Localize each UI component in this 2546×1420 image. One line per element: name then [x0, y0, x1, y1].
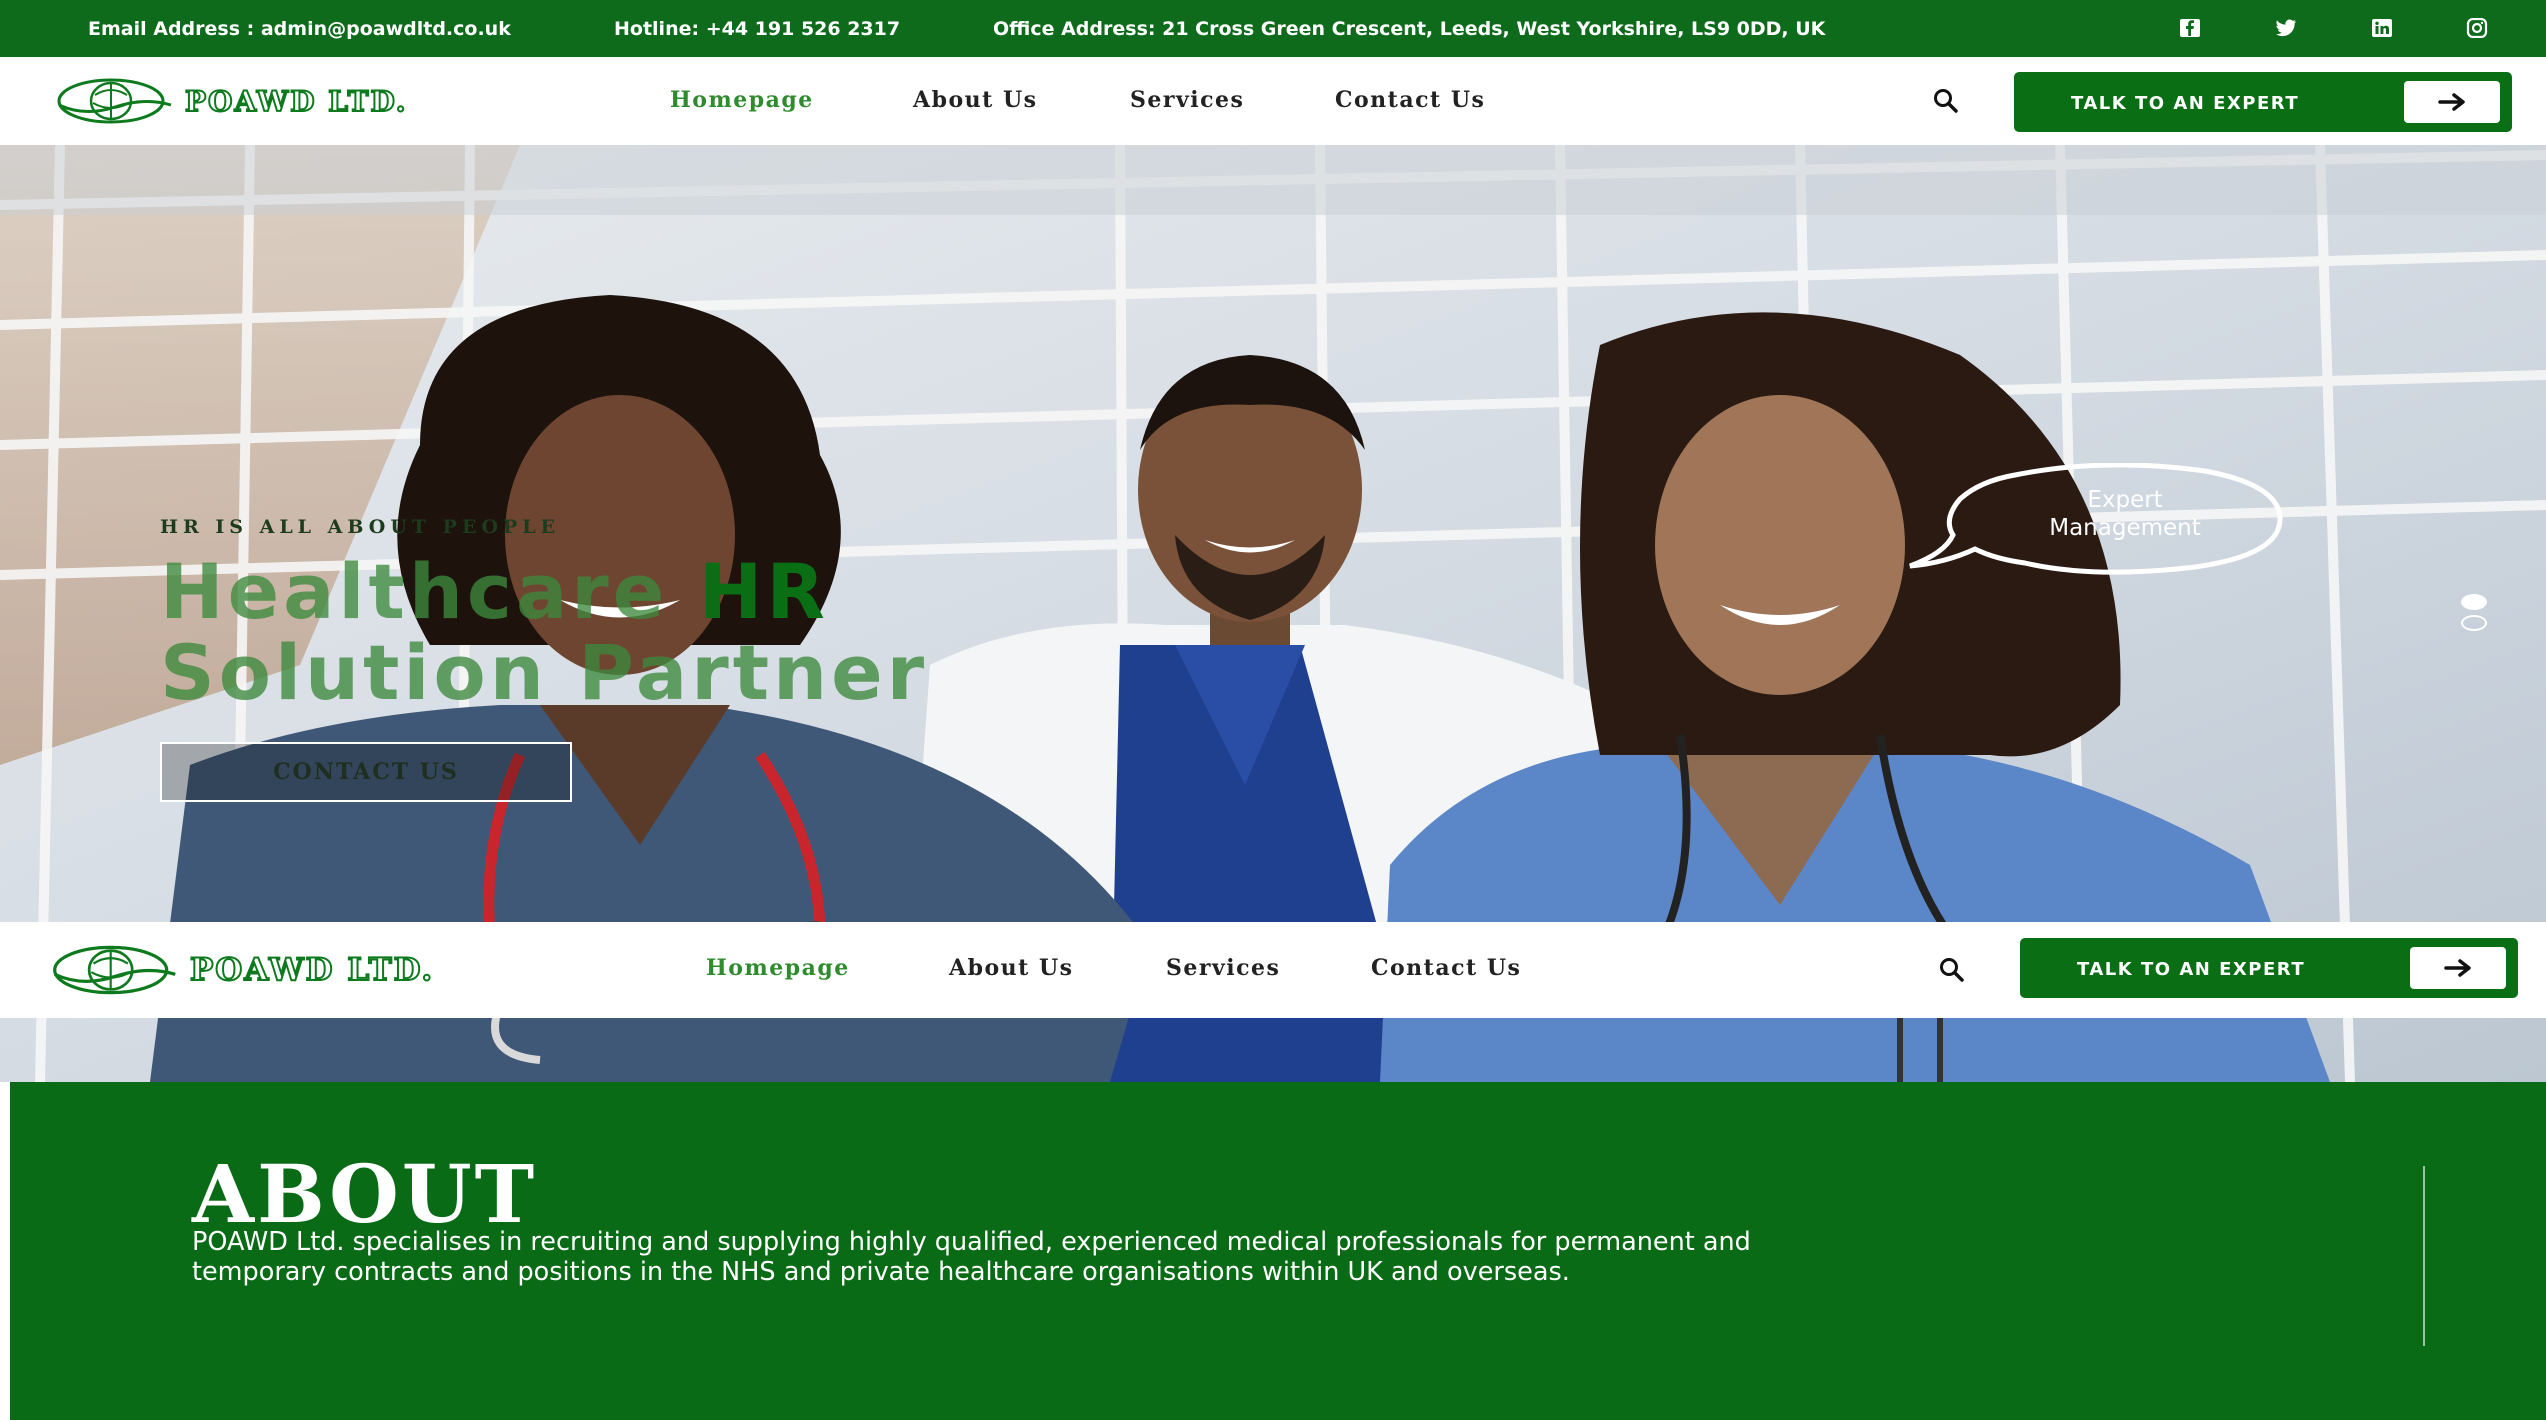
sticky-nav-contact-us[interactable]: Contact Us	[1371, 955, 1521, 981]
nav-about-us[interactable]: About Us	[913, 87, 1038, 113]
bubble-line-expert: Expert	[2087, 487, 2163, 513]
facebook-icon[interactable]	[2179, 18, 2201, 38]
nav-contact-us[interactable]: Contact Us	[1335, 87, 1485, 113]
talk-to-expert-button[interactable]: TALK TO AN EXPERT	[2014, 72, 2512, 132]
about-section: ABOUT POAWD Ltd. specialises in recruiti…	[10, 1082, 2546, 1420]
sticky-arrow-right-icon	[2410, 947, 2506, 989]
contact-us-button[interactable]: CONTACT US	[160, 742, 572, 802]
hero-headline-line1: Healthcare HR	[160, 554, 829, 630]
main-header: POAWD LTD. Homepage About Us Services Co…	[0, 57, 2546, 145]
headline-solution-partner: Solution Partner	[160, 628, 929, 717]
sticky-talk-to-expert-button[interactable]: TALK TO AN EXPERT	[2020, 938, 2518, 998]
slider-dot-2[interactable]	[2461, 615, 2487, 631]
sticky-header: POAWD LTD. Homepage About Us Services Co…	[0, 922, 2546, 1018]
search-icon[interactable]	[1931, 86, 1961, 116]
nav-homepage[interactable]: Homepage	[670, 87, 814, 113]
office-address: Office Address: 21 Cross Green Crescent,…	[993, 18, 1826, 40]
talk-to-expert-label: TALK TO AN EXPERT	[2071, 93, 2300, 114]
sticky-nav-homepage[interactable]: Homepage	[706, 955, 850, 981]
email-info[interactable]: Email Address : admin@poawdltd.co.uk	[88, 18, 511, 40]
sticky-logo-emblem-icon	[50, 942, 180, 998]
slider-dot-1[interactable]	[2461, 594, 2487, 610]
top-info-bar: Email Address : admin@poawdltd.co.uk Hot…	[0, 0, 2546, 57]
sticky-nav-about-us[interactable]: About Us	[949, 955, 1074, 981]
nav-services[interactable]: Services	[1130, 87, 1244, 113]
sticky-nav-services[interactable]: Services	[1166, 955, 1280, 981]
hero-eyebrow: HR IS ALL ABOUT PEOPLE	[160, 516, 561, 538]
twitter-icon[interactable]	[2275, 18, 2297, 38]
contact-us-label: CONTACT US	[273, 759, 459, 785]
sticky-logo-text: POAWD LTD.	[189, 951, 435, 989]
headline-word-hr: HR	[698, 547, 829, 636]
sticky-talk-to-expert-label: TALK TO AN EXPERT	[2077, 959, 2306, 980]
logo-text: POAWD LTD.	[184, 84, 408, 119]
hotline-info[interactable]: Hotline: +44 191 526 2317	[614, 18, 900, 40]
about-divider	[2423, 1166, 2425, 1346]
headline-word-healthcare: Healthcare	[160, 547, 669, 636]
sticky-site-logo[interactable]: POAWD LTD.	[50, 942, 434, 998]
site-logo[interactable]: POAWD LTD.	[55, 75, 408, 127]
about-description: POAWD Ltd. specialises in recruiting and…	[192, 1227, 1751, 1287]
linkedin-icon[interactable]	[2371, 18, 2393, 38]
logo-emblem-icon	[55, 75, 175, 127]
hero-headline-line2: Solution Partner	[160, 635, 928, 711]
instagram-icon[interactable]	[2466, 18, 2488, 38]
bubble-line-management: Management	[2049, 515, 2201, 541]
sticky-search-icon[interactable]	[1937, 955, 1967, 985]
arrow-right-icon	[2404, 81, 2500, 123]
